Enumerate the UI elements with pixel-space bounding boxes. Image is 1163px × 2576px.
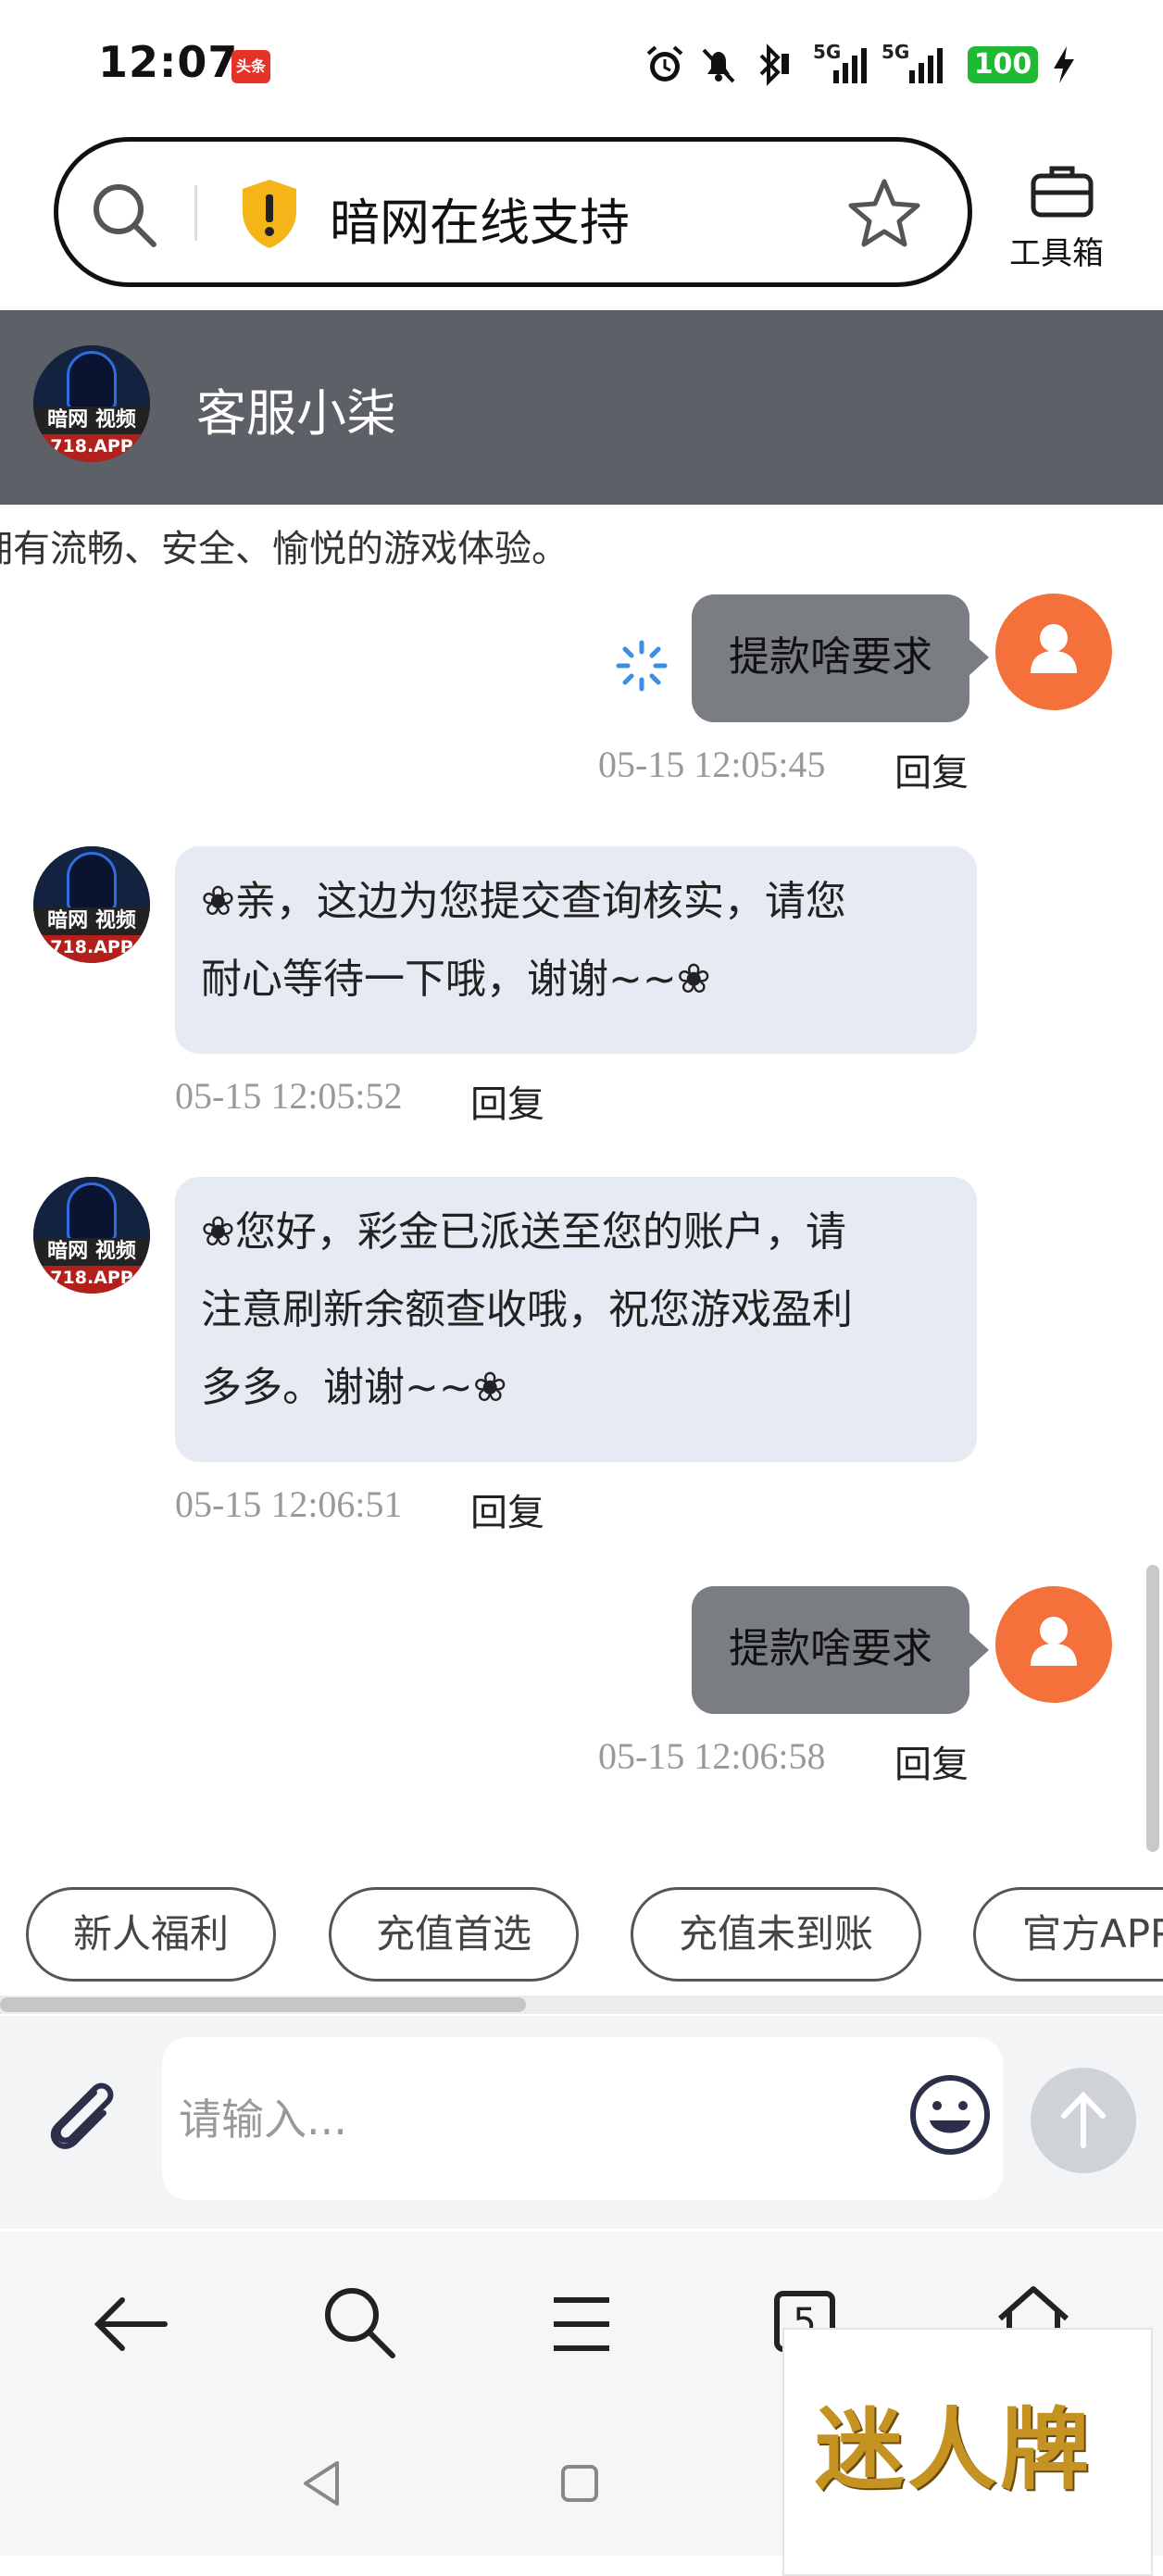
message-line: 注意刷新余额查收哦，祝您游戏盈利	[201, 1286, 853, 1333]
message-line: ❀亲，这边为您提交查询核实，请您	[201, 878, 846, 925]
news-app-icon: 头条	[231, 50, 270, 83]
reply-link[interactable]: 回复	[470, 1074, 544, 1128]
message-line: 耐心等待一下哦，谢谢~~❀	[201, 956, 711, 1003]
bluetooth-icon	[759, 44, 789, 86]
attachment-icon[interactable]	[37, 2074, 126, 2163]
status-time: 12:07	[98, 37, 239, 87]
toolbox-icon[interactable]	[1030, 163, 1094, 219]
reply-link[interactable]: 回复	[894, 743, 969, 796]
send-button[interactable]	[1031, 2068, 1136, 2173]
user-avatar	[995, 594, 1112, 710]
search-icon[interactable]	[89, 180, 159, 250]
agent-avatar[interactable]: 暗网 视频 718.APP	[33, 345, 150, 462]
back-arrow-icon[interactable]	[93, 2287, 170, 2361]
message-timestamp: 05-15 12:06:51	[175, 1483, 403, 1525]
user-message-bubble[interactable]: 提款啥要求	[692, 1586, 969, 1714]
agent-avatar[interactable]: 暗网 视频 718.APP	[33, 846, 150, 963]
user-icon	[1031, 624, 1077, 673]
sending-spinner-icon	[616, 640, 668, 692]
system-back-icon[interactable]	[298, 2457, 344, 2509]
chat-header	[0, 310, 1163, 505]
message-line: ❀您好，彩金已派送至您的账户，请	[201, 1208, 846, 1256]
message-timestamp: 05-15 12:05:52	[175, 1075, 403, 1117]
message-input-placeholder[interactable]: 请输入...	[179, 2086, 347, 2147]
star-bookmark-icon[interactable]	[847, 176, 921, 250]
charging-icon	[1054, 46, 1074, 83]
agent-message-bubble[interactable]: ❀您好，彩金已派送至您的账户，请 注意刷新余额查收哦，祝您游戏盈利 多多。谢谢~…	[175, 1177, 977, 1462]
reply-link[interactable]: 回复	[470, 1482, 544, 1536]
agent-name: 客服小柒	[196, 384, 396, 443]
chat-scrollbar[interactable]	[1146, 1565, 1159, 1852]
watermark-text: 迷人牌	[815, 2397, 1093, 2502]
quick-chip-top-up-not-received[interactable]: 充值未到账	[631, 1887, 921, 1982]
search-icon[interactable]	[320, 2283, 398, 2361]
bubble-tail	[969, 639, 989, 676]
emoji-icon[interactable]	[906, 2070, 994, 2159]
quick-chip-official-app[interactable]: 官方APP	[973, 1887, 1163, 1982]
announcement-marquee: 拥有流畅、安全、愉悦的游戏体验。	[0, 528, 569, 570]
alarm-icon	[646, 45, 683, 81]
reply-link[interactable]: 回复	[894, 1734, 969, 1788]
user-message-bubble[interactable]: 提款啥要求	[692, 594, 969, 722]
agent-message-bubble[interactable]: ❀亲，这边为您提交查询核实，请您 耐心等待一下哦，谢谢~~❀	[175, 846, 977, 1054]
system-home-icon[interactable]	[557, 2461, 602, 2506]
menu-icon[interactable]	[550, 2293, 613, 2356]
message-timestamp: 05-15 12:06:58	[598, 1735, 826, 1777]
quick-chip-top-up-choice[interactable]: 充值首选	[329, 1887, 579, 1982]
page-title[interactable]: 暗网在线支持	[330, 181, 630, 255]
chips-scrollbar[interactable]	[0, 1997, 526, 2012]
user-icon	[1031, 1617, 1077, 1666]
message-timestamp: 05-15 12:05:45	[598, 744, 826, 785]
signal-1-icon	[833, 48, 867, 83]
user-avatar	[995, 1586, 1112, 1703]
mute-bell-icon	[702, 48, 735, 83]
message-line: 多多。谢谢~~❀	[201, 1364, 507, 1411]
toolbox-label[interactable]: 工具箱	[1009, 228, 1104, 273]
agent-avatar[interactable]: 暗网 视频 718.APP	[33, 1177, 150, 1294]
battery-icon: 100	[968, 46, 1038, 83]
address-divider	[194, 185, 197, 241]
security-warning-icon[interactable]	[237, 176, 302, 250]
signal-2-icon	[909, 48, 943, 83]
bubble-tail	[969, 1632, 989, 1669]
arrow-up-icon	[1061, 2091, 1106, 2148]
quick-chip-new-user-bonus[interactable]: 新人福利	[26, 1887, 276, 1982]
